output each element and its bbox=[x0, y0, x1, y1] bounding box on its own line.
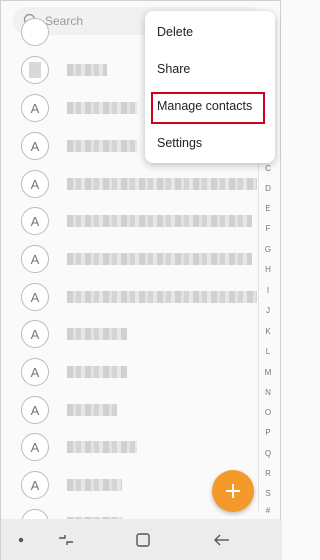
index-letter[interactable]: I bbox=[259, 286, 277, 295]
contact-row[interactable]: A bbox=[1, 202, 257, 240]
back-icon[interactable] bbox=[209, 519, 235, 560]
contact-name-redacted bbox=[67, 178, 257, 190]
contact-name-redacted bbox=[67, 215, 252, 227]
contact-name-redacted bbox=[67, 404, 117, 416]
contact-name-redacted bbox=[67, 64, 107, 76]
contact-row[interactable]: A bbox=[1, 428, 257, 466]
avatar: A bbox=[21, 283, 49, 311]
avatar: A bbox=[21, 132, 49, 160]
recent-apps-icon[interactable] bbox=[53, 519, 79, 560]
menu-item-share[interactable]: Share bbox=[145, 52, 275, 86]
contact-name-redacted bbox=[67, 479, 122, 491]
avatar: A bbox=[21, 245, 49, 273]
index-letter[interactable]: R bbox=[259, 469, 277, 478]
add-contact-button[interactable] bbox=[212, 470, 254, 512]
avatar: A bbox=[21, 320, 49, 348]
avatar: A bbox=[21, 358, 49, 386]
index-letter[interactable]: H bbox=[259, 265, 277, 274]
contact-name-redacted bbox=[67, 253, 252, 265]
index-letter[interactable]: K bbox=[259, 327, 277, 336]
avatar: A bbox=[21, 170, 49, 198]
navigation-bar bbox=[1, 519, 282, 560]
contact-name-redacted bbox=[67, 102, 137, 114]
overflow-menu: Delete Share Manage contacts Settings bbox=[145, 11, 275, 163]
contact-row[interactable]: A bbox=[1, 240, 257, 278]
contact-row[interactable]: A bbox=[1, 391, 257, 429]
avatar bbox=[21, 18, 49, 46]
index-letter[interactable]: L bbox=[259, 347, 277, 356]
menu-item-settings[interactable]: Settings bbox=[145, 126, 275, 160]
contact-row[interactable]: A bbox=[1, 278, 257, 316]
contact-name-redacted bbox=[67, 441, 137, 453]
index-letter[interactable]: M bbox=[259, 368, 277, 377]
menu-item-manage-contacts[interactable]: Manage contacts bbox=[145, 89, 275, 124]
index-letter[interactable]: G bbox=[259, 245, 277, 254]
contact-row[interactable]: A bbox=[1, 315, 257, 353]
avatar: A bbox=[21, 396, 49, 424]
menu-item-delete[interactable]: Delete bbox=[145, 15, 275, 49]
contact-name-redacted bbox=[67, 366, 127, 378]
contact-row[interactable]: A bbox=[1, 165, 257, 203]
avatar: A bbox=[21, 471, 49, 499]
index-letter[interactable]: E bbox=[259, 204, 277, 213]
index-letter[interactable]: P bbox=[259, 428, 277, 437]
index-letter[interactable]: S bbox=[259, 489, 277, 498]
avatar bbox=[21, 56, 49, 84]
index-letter[interactable]: O bbox=[259, 408, 277, 417]
alphabet-index-scrollbar[interactable]: C D E F G H I J K L M N O P Q R S # bbox=[258, 151, 277, 515]
avatar: A bbox=[21, 94, 49, 122]
index-letter[interactable]: # bbox=[259, 506, 277, 515]
avatar: A bbox=[21, 509, 49, 519]
avatar: A bbox=[21, 207, 49, 235]
contact-name-redacted bbox=[67, 291, 257, 303]
home-icon[interactable] bbox=[131, 519, 155, 560]
plus-icon bbox=[226, 484, 240, 498]
index-letter[interactable]: D bbox=[259, 184, 277, 193]
dot-icon bbox=[11, 519, 31, 560]
index-letter[interactable]: F bbox=[259, 224, 277, 233]
index-letter[interactable]: C bbox=[259, 164, 277, 173]
index-letter[interactable]: J bbox=[259, 306, 277, 315]
contact-row[interactable]: A bbox=[1, 353, 257, 391]
index-letter[interactable]: N bbox=[259, 388, 277, 397]
index-letter[interactable]: Q bbox=[259, 449, 277, 458]
contact-name-redacted bbox=[67, 328, 127, 340]
contact-name-redacted bbox=[67, 140, 137, 152]
avatar: A bbox=[21, 433, 49, 461]
